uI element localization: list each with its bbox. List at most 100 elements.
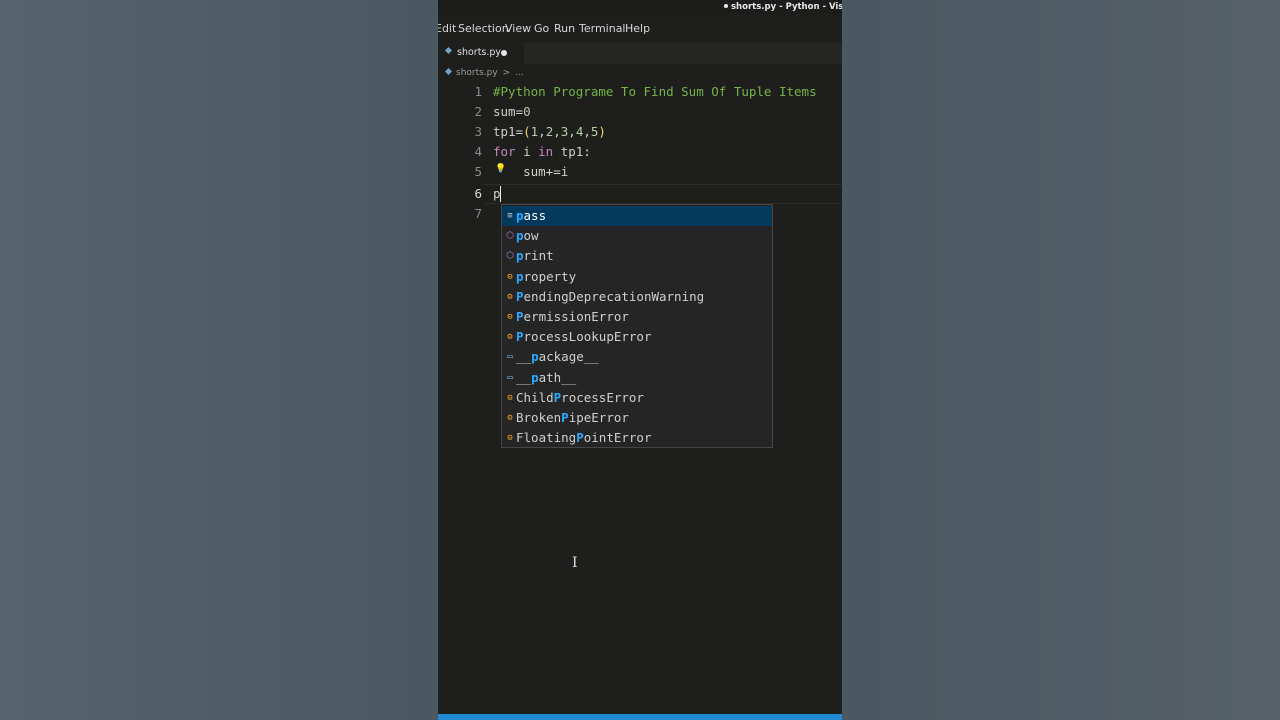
suggestion-rest: ointError bbox=[583, 430, 652, 446]
unsaved-dot-icon bbox=[724, 4, 728, 8]
suggestion-rest: ass bbox=[523, 208, 547, 223]
breadcrumb-file[interactable]: shorts.py bbox=[456, 68, 498, 78]
code-token: = bbox=[515, 124, 524, 139]
suggestion-item[interactable]: ⚙ ChildProcessError bbox=[502, 388, 772, 408]
suggestion-match: p bbox=[516, 248, 524, 264]
suggestion-label: PermissionError bbox=[516, 307, 629, 327]
suggestion-item[interactable]: ⬡ pow bbox=[502, 226, 772, 246]
suggestion-label: ChildProcessError bbox=[516, 388, 644, 408]
suggestion-match: p bbox=[516, 228, 524, 244]
code-editor[interactable]: 1 2 3 4 5 6 7 #Python Programe To Find S… bbox=[438, 82, 842, 714]
code-line-4: for i in tp1: bbox=[493, 142, 591, 162]
class-icon: ⚙ bbox=[507, 392, 513, 403]
function-icon: ⬡ bbox=[506, 231, 514, 242]
code-line-3: tp1=(1,2,3,4,5) bbox=[493, 122, 606, 142]
status-bar bbox=[438, 714, 842, 720]
menu-terminal[interactable]: Terminal bbox=[579, 22, 626, 35]
suggestion-item[interactable]: ⚙ PermissionError bbox=[502, 307, 772, 327]
suggestion-label: property bbox=[516, 267, 576, 287]
suggestion-prefix: __ bbox=[516, 369, 532, 385]
suggestion-rest: ermissionError bbox=[523, 309, 629, 324]
code-token: 0 bbox=[523, 104, 531, 119]
code-token: sum bbox=[493, 104, 516, 119]
suggestion-item[interactable]: ▭ __path__ bbox=[502, 368, 772, 388]
class-icon: ⚙ bbox=[507, 433, 513, 444]
suggestion-item[interactable]: ≡ pass bbox=[502, 206, 772, 226]
suggestion-rest: rint bbox=[523, 248, 554, 264]
suggestion-match: P bbox=[516, 309, 524, 324]
code-token: , bbox=[583, 124, 591, 139]
suggestion-label: pass bbox=[516, 206, 546, 226]
line-number: 7 bbox=[474, 206, 482, 221]
unsaved-indicator-icon[interactable] bbox=[501, 50, 507, 56]
python-file-icon bbox=[444, 67, 453, 76]
code-token: for bbox=[493, 144, 516, 159]
code-token: i bbox=[515, 144, 539, 159]
code-token: , bbox=[568, 124, 576, 139]
window-title: shorts.py - Python - Visual Stud bbox=[724, 2, 842, 12]
suggestion-prefix: Broken bbox=[516, 410, 562, 425]
class-icon: ⚙ bbox=[507, 312, 513, 322]
menu-go[interactable]: Go bbox=[534, 22, 549, 35]
breadcrumb-separator: > bbox=[502, 68, 511, 78]
python-file-icon bbox=[444, 46, 453, 55]
class-icon: ⚙ bbox=[507, 271, 513, 282]
title-bar: shorts.py - Python - Visual Stud bbox=[438, 0, 842, 14]
suggestion-label: PendingDeprecationWarning bbox=[516, 287, 704, 307]
text-cursor bbox=[500, 186, 501, 202]
function-icon: ⬡ bbox=[506, 251, 514, 262]
line-number: 2 bbox=[474, 104, 482, 119]
breadcrumb: shorts.py > ... bbox=[444, 67, 524, 82]
suggestion-match: P bbox=[576, 430, 584, 446]
suggestion-item[interactable]: ⚙ PendingDeprecationWarning bbox=[502, 287, 772, 307]
tab-bar: shorts.py bbox=[438, 42, 842, 64]
menu-run[interactable]: Run bbox=[554, 22, 575, 35]
suggestion-label: BrokenPipeError bbox=[516, 408, 629, 428]
suggestion-rest: ackage__ bbox=[538, 349, 599, 365]
ibeam-cursor-icon: I bbox=[572, 555, 578, 571]
keyword-icon: ≡ bbox=[507, 211, 513, 221]
suggestion-item[interactable]: ⬡ print bbox=[502, 246, 772, 266]
suggestion-prefix: __ bbox=[516, 349, 532, 365]
suggestion-match: p bbox=[531, 349, 539, 365]
suggestion-rest: ath__ bbox=[538, 369, 577, 385]
menu-selection[interactable]: Selection bbox=[458, 22, 509, 35]
code-token: , bbox=[553, 124, 561, 139]
suggestion-match: p bbox=[516, 208, 524, 223]
suggestion-item[interactable]: ⚙ property bbox=[502, 267, 772, 287]
variable-icon: ▭ bbox=[507, 372, 513, 383]
suggestion-match: p bbox=[531, 369, 539, 385]
suggestion-label: pow bbox=[516, 226, 539, 246]
suggestion-item[interactable]: ⚙ ProcessLookupError bbox=[502, 327, 772, 347]
variable-icon: ▭ bbox=[507, 352, 513, 363]
suggestion-rest: rocessLookupError bbox=[523, 329, 652, 345]
suggestion-prefix: Floating bbox=[516, 430, 577, 446]
suggestion-label: __path__ bbox=[516, 368, 576, 388]
suggestion-label: print bbox=[516, 246, 554, 266]
class-icon: ⚙ bbox=[507, 291, 513, 302]
suggestion-item[interactable]: ▭ __package__ bbox=[502, 347, 772, 367]
code-token: , bbox=[538, 124, 546, 139]
suggest-widget: ≡ pass ⬡ pow ⬡ print ⚙ property ⚙ PendingDeprecat… bbox=[501, 204, 773, 448]
suggestion-match: p bbox=[516, 268, 524, 284]
suggestion-item[interactable]: ⚙ BrokenPipeError bbox=[502, 408, 772, 428]
code-token: in bbox=[538, 144, 554, 159]
tab-shorts-py[interactable]: shorts.py bbox=[438, 42, 524, 64]
code-token: tp1: bbox=[553, 144, 591, 159]
menu-edit[interactable]: Edit bbox=[438, 22, 456, 35]
menu-view[interactable]: View bbox=[505, 22, 531, 35]
class-icon: ⚙ bbox=[507, 332, 513, 343]
suggestion-rest: ow bbox=[523, 228, 539, 244]
suggestion-item[interactable]: ⚙ FloatingPointError bbox=[502, 428, 772, 448]
line-number-active: 6 bbox=[474, 186, 482, 201]
breadcrumb-rest[interactable]: ... bbox=[515, 68, 524, 78]
suggestion-rest: ipeError bbox=[568, 410, 629, 425]
menu-help[interactable]: Help bbox=[625, 22, 650, 35]
suggestion-rest: roperty bbox=[523, 268, 577, 284]
code-token: ) bbox=[598, 124, 606, 139]
lightbulb-icon[interactable]: 💡 bbox=[495, 164, 506, 174]
suggestion-label: FloatingPointError bbox=[516, 428, 651, 448]
suggestion-match: P bbox=[516, 288, 524, 304]
suggestion-label: ProcessLookupError bbox=[516, 327, 651, 347]
suggestion-prefix: Child bbox=[516, 389, 554, 405]
